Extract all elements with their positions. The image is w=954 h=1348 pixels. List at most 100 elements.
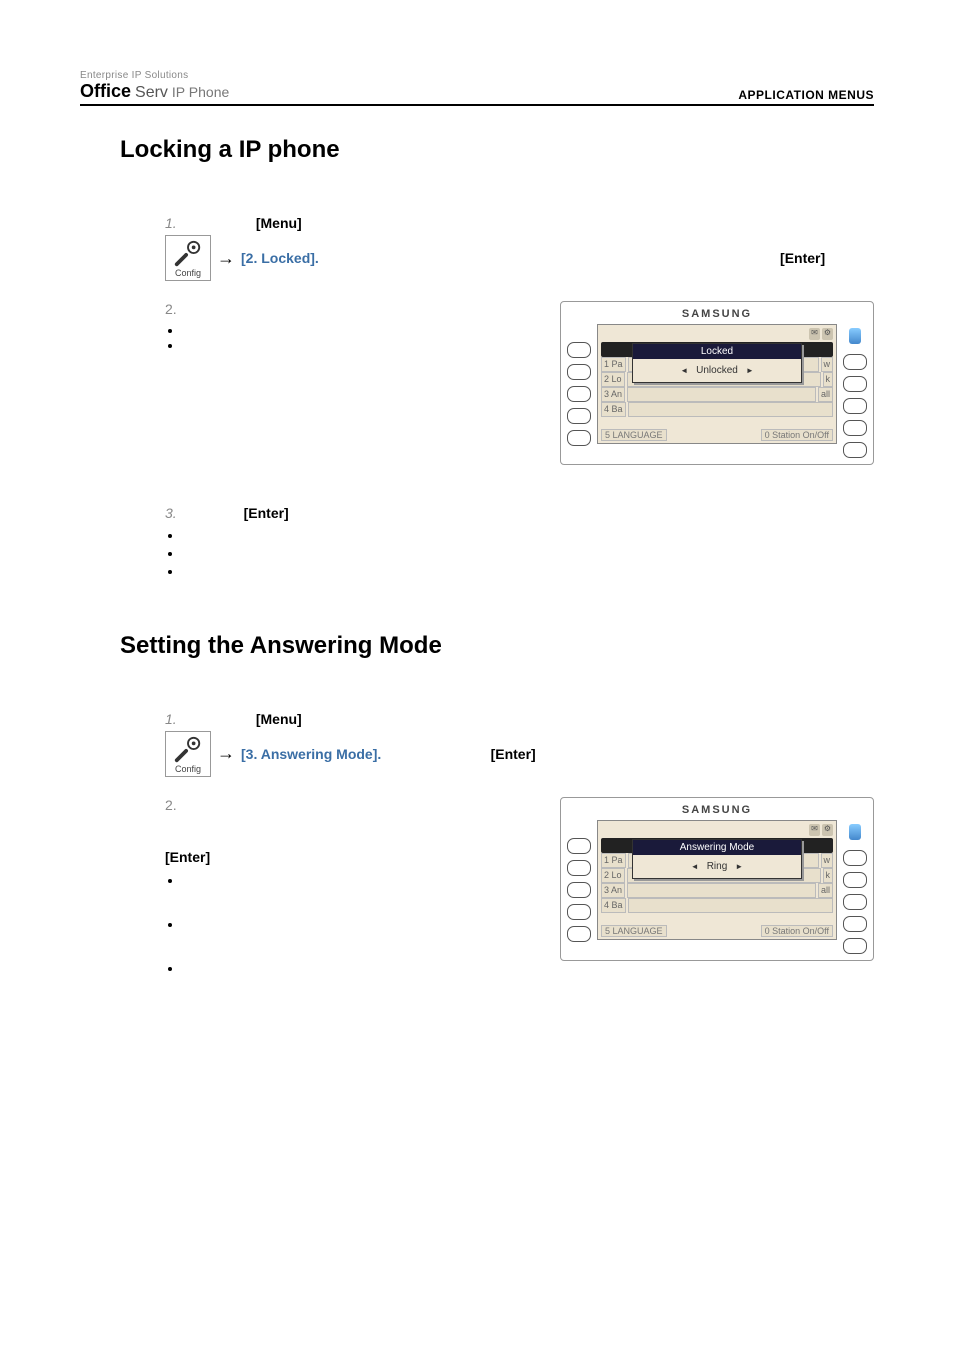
arrow-icon: →	[217, 743, 235, 764]
menu-path-answering: [3. Answering Mode].	[241, 746, 381, 762]
wrench-gear-icon	[173, 238, 203, 268]
row-cell: 1 Pa	[601, 357, 626, 372]
brand-tail: IP Phone	[172, 84, 229, 100]
device-brand: SAMSUNG	[567, 804, 867, 816]
softkey[interactable]	[843, 420, 867, 436]
row-cell: k	[823, 868, 834, 883]
softkey[interactable]	[567, 408, 591, 424]
row-cell: all	[818, 883, 833, 898]
right-arrow-icon[interactable]: ►	[735, 862, 743, 871]
row-cell: k	[823, 372, 834, 387]
left-arrow-icon[interactable]: ◄	[691, 862, 699, 871]
popup-title: Locked	[633, 344, 801, 359]
step1-text-d: button.	[542, 746, 585, 762]
left-arrow-icon[interactable]: ◄	[680, 366, 688, 375]
left-softkeys	[567, 820, 591, 954]
softkey[interactable]	[567, 860, 591, 876]
softkey[interactable]	[567, 882, 591, 898]
softkey[interactable]	[567, 364, 591, 380]
bottom-right-label: 0 Station On/Off	[761, 429, 833, 441]
config-icon-label: Config	[175, 268, 201, 278]
note-item: A confirmation message on configuration …	[183, 527, 874, 545]
section1-step3: 3. Press the [Enter] button to enter a p…	[165, 505, 874, 582]
section2-intro: This function allows the user to set the…	[165, 680, 854, 701]
section2-step2-text: 2. Select the answering mode by using th…	[165, 797, 530, 1006]
section1-step2-text: 2. Select lock/unlock by using the direc…	[165, 301, 530, 353]
mode-auto-answer: Auto Answer : When a call is received, t…	[183, 917, 530, 947]
step3-text-a: Press the	[181, 505, 244, 521]
menu-key: [Menu]	[256, 215, 302, 231]
led-indicator	[849, 824, 861, 840]
brand-tagline: Enterprise IP Solutions	[80, 70, 229, 81]
softkey[interactable]	[843, 872, 867, 888]
section2-step2-row: 2. Select the answering mode by using th…	[165, 797, 874, 1006]
softkey[interactable]	[843, 398, 867, 414]
softkey[interactable]	[567, 386, 591, 402]
section1-step1-line2: Config → [2. Locked]. Then, press the [E…	[165, 235, 874, 281]
bottom-right-label: 0 Station On/Off	[761, 925, 833, 937]
softkey[interactable]	[843, 938, 867, 954]
softkey[interactable]	[567, 904, 591, 920]
softkey[interactable]	[843, 850, 867, 866]
row-cell: w	[821, 357, 834, 372]
device-screen: ✉⚙ Configuration 1 Paw 2 Lok 3 Anall 4 B…	[597, 820, 837, 940]
brand-bold: Office	[80, 81, 131, 102]
step-number: 1.	[165, 215, 177, 231]
section2-step1: 1. Press the [Menu] button to display th…	[165, 711, 874, 727]
softkey[interactable]	[843, 354, 867, 370]
enter-key: [Enter]	[244, 505, 289, 521]
row-cell: 2 Lo	[601, 868, 625, 883]
row-cell: 2 Lo	[601, 372, 625, 387]
header-section-label: APPLICATION MENUS	[738, 88, 874, 102]
softkey[interactable]	[843, 442, 867, 458]
brand-mid: Serv	[135, 84, 168, 102]
step1-text-b: button to display the main menu and sele…	[308, 711, 598, 727]
softkey[interactable]	[567, 430, 591, 446]
softkey[interactable]	[567, 342, 591, 358]
device-mock-answering: SAMSUNG ✉⚙ Configuration 1 Paw	[560, 797, 874, 961]
answering-modes-list: Ring : When a call is received, a ring i…	[183, 873, 530, 1006]
lock-options-list: Unlocked Locked All	[183, 323, 530, 353]
section1-step1: 1. Press the [Menu] button to display th…	[165, 215, 874, 231]
row-cell: 1 Pa	[601, 853, 626, 868]
step1-text-a: Press the	[191, 711, 250, 727]
mode-ring: Ring : When a call is received, a ring i…	[183, 873, 530, 903]
softkey[interactable]	[843, 376, 867, 392]
popup-answering: Answering Mode ◄ Ring ►	[632, 839, 802, 879]
row-cell: 3 An	[601, 387, 625, 402]
section1-step2-row: 2. Select lock/unlock by using the direc…	[165, 301, 874, 465]
softkey[interactable]	[567, 926, 591, 942]
led-indicator	[849, 328, 861, 344]
softkey[interactable]	[843, 916, 867, 932]
enter-key: [Enter]	[491, 746, 536, 762]
document-page: Enterprise IP Solutions OfficeServ IP Ph…	[0, 0, 954, 1046]
step1-text-a: Press the	[191, 215, 250, 231]
row-cell: all	[818, 387, 833, 402]
brand-main: OfficeServ IP Phone	[80, 81, 229, 102]
popup-value-row[interactable]: ◄ Unlocked ►	[633, 359, 801, 382]
row-cell: 4 Ba	[601, 402, 626, 417]
step1-text-d: button.	[831, 250, 874, 266]
step-number: 2.	[165, 301, 177, 317]
softkey[interactable]	[843, 894, 867, 910]
popup-locked: Locked ◄ Unlocked ►	[632, 343, 802, 383]
step-number: 2.	[165, 797, 177, 813]
softkey[interactable]	[567, 838, 591, 854]
step1-text-b: button to display the main menu and sele…	[308, 215, 598, 231]
wrench-gear-icon	[173, 734, 203, 764]
device-brand: SAMSUNG	[567, 308, 867, 320]
bottom-left-label: 5 LANGUAGE	[601, 925, 667, 937]
right-arrow-icon[interactable]: ►	[746, 366, 754, 375]
popup-value-row[interactable]: ◄ Ring ►	[633, 855, 801, 878]
section2-step1-line2: Config → [3. Answering Mode]. Then, pres…	[165, 731, 874, 777]
bottom-left-label: 5 LANGUAGE	[601, 429, 667, 441]
step-number: 1.	[165, 711, 177, 727]
right-softkeys	[843, 324, 867, 458]
step2-end: button.	[214, 849, 257, 865]
row-cell: 4 Ba	[601, 898, 626, 913]
popup-value: Unlocked	[696, 365, 738, 376]
brand-block: Enterprise IP Solutions OfficeServ IP Ph…	[80, 70, 229, 102]
arrow-icon: →	[217, 248, 235, 269]
step3-text-b: button to enter a password.	[293, 505, 463, 521]
mode-voice-announce: Voice Announce : After the phone rings, …	[183, 961, 530, 1006]
